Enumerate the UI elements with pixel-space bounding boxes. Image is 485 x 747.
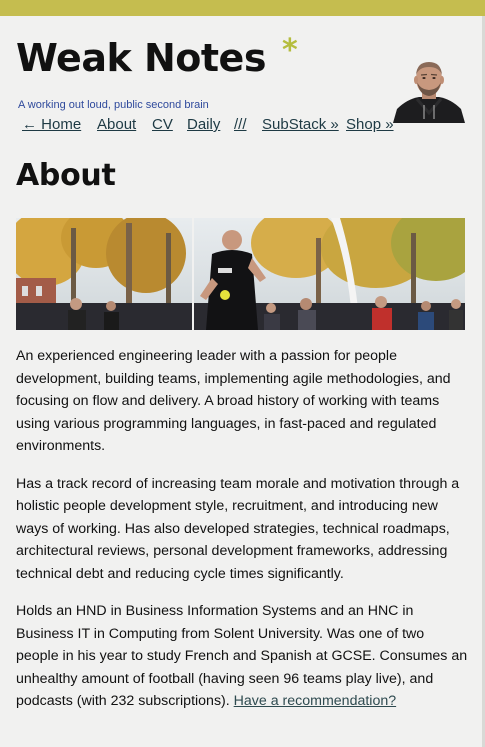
nav-cv[interactable]: CV: [152, 116, 173, 133]
nav-home[interactable]: ← Home: [22, 116, 81, 133]
nav-substack[interactable]: SubStack »: [262, 116, 339, 133]
site-title[interactable]: Weak Notes: [16, 39, 266, 77]
nav-shop[interactable]: Shop »: [346, 116, 394, 133]
recommendation-link[interactable]: Have a recommendation?: [234, 693, 396, 709]
nav-daily[interactable]: Daily: [187, 116, 220, 133]
avatar: [393, 59, 465, 123]
page-title: About: [16, 158, 116, 193]
site-tagline: A working out loud, public second brain: [18, 99, 209, 111]
about-content: An experienced engineering leader with a…: [16, 345, 468, 728]
top-accent-bar: [0, 0, 485, 16]
about-paragraph-1: An experienced engineering leader with a…: [16, 348, 451, 454]
about-paragraph-3: Holds an HND in Business Information Sys…: [16, 600, 468, 713]
nav-about[interactable]: About: [97, 116, 136, 133]
hero-photo: [16, 218, 465, 330]
site-header: Weak Notes * A working out loud, public …: [0, 16, 485, 123]
asterisk-icon: *: [282, 33, 298, 68]
nav-separator[interactable]: ///: [234, 116, 247, 133]
about-paragraph-2: Has a track record of increasing team mo…: [16, 475, 460, 582]
